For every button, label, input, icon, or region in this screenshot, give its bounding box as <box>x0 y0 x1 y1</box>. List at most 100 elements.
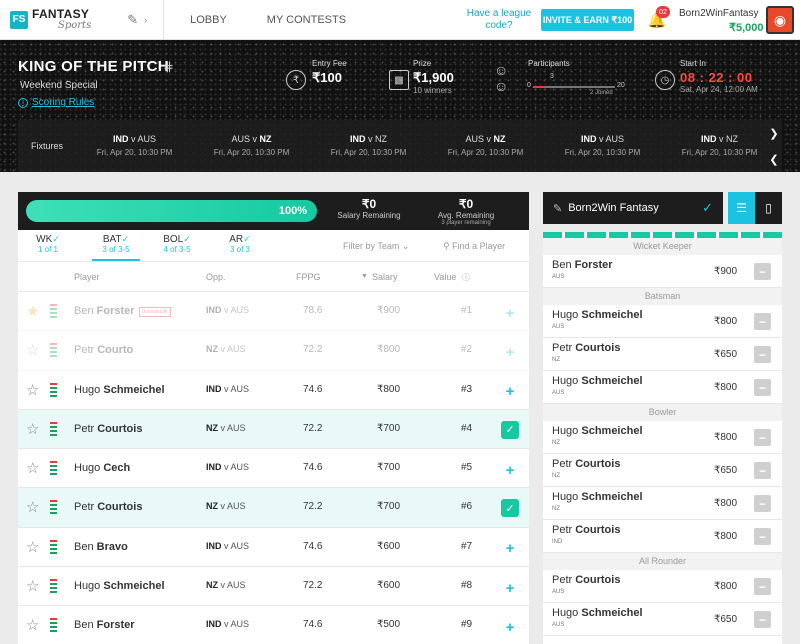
add-player-button[interactable]: + <box>501 383 519 401</box>
team-player-row[interactable]: Hugo Schmeichel AUS ₹800 − <box>543 305 782 338</box>
team-player-row[interactable]: Petr Courtois IND ₹800 − <box>543 520 782 553</box>
star-icon[interactable]: ☆ <box>26 538 39 556</box>
remove-player-button[interactable]: − <box>754 263 771 280</box>
table-row[interactable]: ☆ Ben Bravo IND v AUS 74.6 ₹600 #7 + <box>18 528 529 568</box>
team-player-row[interactable]: Hugo Schmeichel NZ ₹800 − <box>543 421 782 454</box>
nav-lobby[interactable]: LOBBY <box>190 14 227 26</box>
player-name[interactable]: Ben Bravo <box>74 541 128 553</box>
phone-view-button[interactable]: ▯ <box>755 192 782 224</box>
star-icon[interactable]: ★ <box>26 302 39 320</box>
top-header: FS FANTASY Sports ✎ › LOBBY MY CONTESTS <box>0 0 800 40</box>
player-name[interactable]: Petr Courto <box>74 344 133 356</box>
scoring-rules-link[interactable]: i Scoring Rules <box>18 97 94 108</box>
check-icon[interactable]: ✓ <box>702 200 713 216</box>
remove-player-button[interactable]: − <box>754 611 771 628</box>
share-icon[interactable]: ⋕ <box>163 59 174 75</box>
star-icon[interactable]: ☆ <box>26 498 39 516</box>
player-name[interactable]: Ben Forster Unavailable <box>74 305 171 317</box>
tab-bol[interactable]: BOL✓ 4 of 3-5 <box>153 234 201 254</box>
selected-check-button[interactable]: ✓ <box>501 499 519 518</box>
remove-player-button[interactable]: − <box>754 313 771 330</box>
nav-my-contests[interactable]: MY CONTESTS <box>267 14 346 26</box>
team-player-row[interactable]: Hugo Schmeichel NZ ₹800 − <box>543 487 782 520</box>
player-name[interactable]: Hugo Schmeichel <box>74 580 165 592</box>
team-player-row[interactable]: Hugo Schmeichel AUS ₹650 − <box>543 603 782 636</box>
league-code-link[interactable]: Have a league code? <box>466 8 532 32</box>
tab-wk[interactable]: WK✓ 1 of 1 <box>24 234 72 254</box>
sport-selector[interactable]: ✎ › <box>127 12 147 28</box>
remove-player-button[interactable]: − <box>754 429 771 446</box>
star-icon[interactable]: ☆ <box>26 616 39 634</box>
check-icon: ✓ <box>243 234 251 244</box>
fixtures-label: Fixtures <box>30 141 63 151</box>
team-name-field[interactable]: ✎ Born2Win Fantasy ✓ <box>543 192 723 224</box>
col-opp[interactable]: Opp. <box>206 272 226 282</box>
star-icon[interactable]: ☆ <box>26 577 39 595</box>
team-player-name: Ben Forster <box>552 259 613 271</box>
table-row[interactable]: ☆ Hugo Cech IND v AUS 74.6 ₹700 #5 + <box>18 449 529 489</box>
user-name[interactable]: Born2WinFantasy <box>679 8 758 19</box>
fixture-item[interactable]: AUS v NZ Fri, Apr 20, 10:30 PM <box>427 133 544 159</box>
team-player-row[interactable]: Petr Courtois NZ ₹650 − <box>543 454 782 487</box>
avatar[interactable]: ◉ <box>766 6 794 34</box>
selected-check-button[interactable]: ✓ <box>501 420 519 439</box>
chevron-right-icon[interactable]: ❯ <box>769 127 778 140</box>
col-salary[interactable]: Salary <box>372 272 398 282</box>
tab-bat[interactable]: BAT✓ 3 of 3-5 <box>92 234 140 261</box>
invite-earn-button[interactable]: INVITE & EARN ₹100 <box>541 9 634 31</box>
notification-badge: 02 <box>656 6 670 18</box>
col-value[interactable]: Value <box>434 272 456 282</box>
player-name[interactable]: Petr Courtois <box>74 501 142 513</box>
table-row[interactable]: ☆ Petr Courtois NZ v AUS 72.2 ₹700 #6 ✓ <box>18 488 529 528</box>
col-fppg[interactable]: FPPG <box>296 272 321 282</box>
add-player-button[interactable]: + <box>501 343 519 361</box>
player-name[interactable]: Ben Forster <box>74 619 135 631</box>
remove-player-button[interactable]: − <box>754 578 771 595</box>
table-row[interactable]: ☆ Hugo Schmeichel IND v AUS 74.6 ₹800 #3 + <box>18 371 529 410</box>
table-row[interactable]: ☆ Petr Courtois NZ v AUS 72.2 ₹700 #4 ✓ <box>18 409 529 450</box>
chevron-down-icon: › <box>144 14 148 25</box>
team-player-row[interactable]: Petr Courtois NZ ₹650 − <box>543 338 782 371</box>
list-view-button[interactable]: ☰ <box>728 192 755 224</box>
star-icon[interactable]: ☆ <box>26 459 39 477</box>
add-player-button[interactable]: + <box>501 540 519 558</box>
star-icon[interactable]: ☆ <box>26 341 39 359</box>
find-player-search[interactable]: ⚲ Find a Player <box>443 241 505 252</box>
col-player[interactable]: Player <box>74 272 100 282</box>
add-player-button[interactable]: + <box>501 461 519 479</box>
add-player-button[interactable]: + <box>501 618 519 636</box>
table-row[interactable]: ★ Ben Forster Unavailable IND v AUS 78.6 ₹900… <box>18 292 529 332</box>
remove-player-button[interactable]: − <box>754 346 771 363</box>
add-player-button[interactable]: + <box>501 304 519 322</box>
remove-player-button[interactable]: − <box>754 462 771 479</box>
chevron-left-icon[interactable]: ❮ <box>769 153 778 166</box>
fixture-item[interactable]: IND v AUS Fri, Apr 20, 10:30 PM <box>544 133 661 159</box>
remove-player-button[interactable]: − <box>754 495 771 512</box>
entry-fee-value: ₹100 <box>312 70 342 85</box>
team-player-row[interactable]: Ben Forster AUS ₹900 − <box>543 255 782 288</box>
fixture-item[interactable]: IND v NZ Fri, Apr 20, 10:30 PM <box>310 133 427 159</box>
logo[interactable]: FS FANTASY Sports <box>10 0 91 40</box>
table-row[interactable]: ☆ Hugo Schmeichel NZ v AUS 72.2 ₹600 #8 + <box>18 567 529 607</box>
fixture-teams: AUS v NZ <box>465 134 506 144</box>
tab-ar[interactable]: AR✓ 3 of 3 <box>216 234 264 254</box>
team-player-row[interactable]: Petr Courtois AUS ₹800 − <box>543 570 782 603</box>
add-player-button[interactable]: + <box>501 579 519 597</box>
star-icon[interactable]: ☆ <box>26 381 39 399</box>
player-fppg: 72.2 <box>303 580 323 592</box>
remove-player-button[interactable]: − <box>754 528 771 545</box>
filter-by-team[interactable]: Filter by Team ⌄ <box>343 241 409 252</box>
remove-player-button[interactable]: − <box>754 379 771 396</box>
team-player-row[interactable]: Hugo Schmeichel AUS ₹800 − <box>543 371 782 404</box>
star-icon[interactable]: ☆ <box>26 420 39 438</box>
player-name[interactable]: Petr Courtois <box>74 423 142 435</box>
player-name[interactable]: Hugo Cech <box>74 462 130 474</box>
table-row[interactable]: ☆ Ben Forster IND v AUS 74.6 ₹500 #9 + <box>18 606 529 644</box>
fixture-item[interactable]: IND v AUS Fri, Apr 20, 10:30 PM <box>76 133 193 159</box>
table-row[interactable]: ☆ Petr Courto NZ v AUS 72.2 ₹800 #2 + <box>18 331 529 371</box>
player-name[interactable]: Hugo Schmeichel <box>74 384 165 396</box>
fixture-item[interactable]: IND v NZ Fri, Apr 20, 10:30 PM <box>661 133 778 159</box>
fixture-item[interactable]: AUS v NZ Fri, Apr 20, 10:30 PM <box>193 133 310 159</box>
fixture-teams: IND v AUS <box>112 134 157 144</box>
info-icon[interactable]: ⓘ <box>462 272 470 283</box>
